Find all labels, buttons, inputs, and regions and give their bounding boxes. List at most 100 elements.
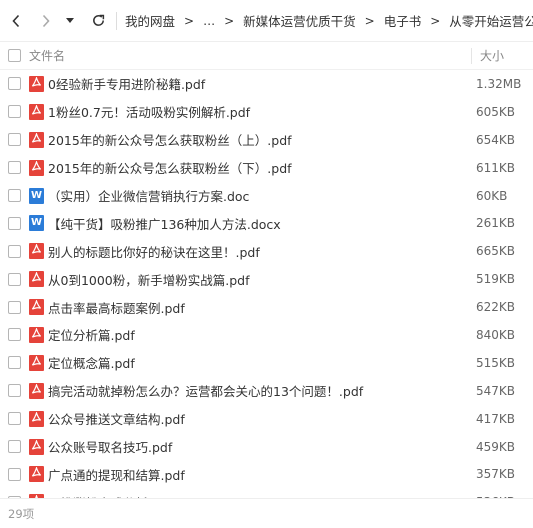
- word-icon-glyph: W: [30, 189, 43, 201]
- file-name: 2015年的新公众号怎么获取粉丝（上）.pdf: [48, 133, 292, 149]
- file-name: 1粉丝0.7元！活动吸粉实例解析.pdf: [48, 105, 251, 121]
- file-size: 654KB: [476, 132, 516, 147]
- item-count: 29项: [8, 506, 35, 521]
- row-checkbox[interactable]: [8, 272, 21, 286]
- file-row[interactable]: 从0到1000粉，新手增粉实战篇.pdf 519KB: [0, 265, 533, 293]
- pdf-icon-glyph: [31, 271, 42, 286]
- file-name: 别人的标题比你好的秘诀在这里！.pdf: [48, 244, 260, 260]
- row-checkbox[interactable]: [8, 356, 21, 370]
- file-name: 广点通的提现和结算.pdf: [48, 467, 185, 483]
- file-row[interactable]: 公众账号取名技巧.pdf 459KB: [0, 433, 533, 461]
- file-row[interactable]: 2015年的新公众号怎么获取粉丝（上）.pdf 654KB: [0, 126, 533, 154]
- file-size: 611KB: [476, 160, 516, 175]
- caret-down-icon: [66, 17, 74, 23]
- pdf-icon: [29, 75, 44, 92]
- file-row[interactable]: 互推涨粉方式分析.pdf 536KB: [0, 488, 533, 498]
- breadcrumb-item[interactable]: 电子书: [384, 11, 422, 30]
- pdf-icon-glyph: [31, 243, 42, 258]
- file-row[interactable]: 广点通的提现和结算.pdf 357KB: [0, 460, 533, 488]
- file-size: 519KB: [476, 272, 516, 287]
- file-size: 261KB: [476, 216, 516, 231]
- word-icon-glyph: W: [30, 217, 43, 229]
- file-name: 0经验新手专用进阶秘籍.pdf: [48, 77, 206, 93]
- file-name: 公众号推送文章结构.pdf: [48, 412, 185, 428]
- file-row[interactable]: 定位概念篇.pdf 515KB: [0, 349, 533, 377]
- pdf-icon-glyph: [31, 410, 42, 426]
- toolbar: 我的网盘 > … > 新媒体运营优质干货 > 电子书 > 从零开始运营公众号: [0, 0, 533, 42]
- row-checkbox[interactable]: [8, 105, 21, 119]
- file-size: 459KB: [476, 439, 516, 454]
- pdf-icon: [29, 326, 44, 343]
- row-checkbox[interactable]: [8, 133, 21, 147]
- row-checkbox[interactable]: [8, 77, 21, 91]
- file-row[interactable]: 0经验新手专用进阶秘籍.pdf 1.32MB: [0, 70, 533, 98]
- file-list: 0经验新手专用进阶秘籍.pdf 1.32MB 1粉丝0.7元！活动吸粉实例解析.…: [0, 70, 533, 498]
- pdf-icon-glyph: [31, 75, 42, 91]
- refresh-button[interactable]: [86, 9, 110, 33]
- forward-button[interactable]: [34, 9, 58, 33]
- file-row[interactable]: 别人的标题比你好的秘诀在这里！.pdf 665KB: [0, 237, 533, 265]
- pdf-icon-glyph: [31, 159, 42, 175]
- file-name: 2015年的新公众号怎么获取粉丝（下）.pdf: [48, 161, 292, 177]
- breadcrumb-separator: >: [364, 13, 375, 28]
- breadcrumb-separator: >: [184, 13, 195, 28]
- row-checkbox[interactable]: [8, 189, 21, 202]
- row-checkbox[interactable]: [8, 440, 21, 454]
- file-name: 点击率最高标题案例.pdf: [48, 300, 185, 316]
- pdf-icon: [29, 103, 44, 120]
- file-row[interactable]: 1粉丝0.7元！活动吸粉实例解析.pdf 605KB: [0, 98, 533, 126]
- pdf-icon: [29, 410, 44, 427]
- breadcrumb-ellipsis[interactable]: …: [203, 14, 215, 28]
- breadcrumb-root[interactable]: 我的网盘: [125, 11, 175, 30]
- file-size: 547KB: [476, 383, 516, 398]
- file-row[interactable]: 公众号推送文章结构.pdf 417KB: [0, 405, 533, 433]
- pdf-icon-glyph: [31, 466, 42, 481]
- column-header-name[interactable]: 文件名: [29, 47, 471, 64]
- breadcrumb-item[interactable]: 新媒体运营优质干货: [243, 11, 356, 30]
- chevron-right-icon: [42, 14, 50, 27]
- pdf-icon-glyph: [31, 131, 42, 147]
- file-size: 417KB: [476, 411, 516, 426]
- select-all-checkbox[interactable]: [8, 49, 21, 62]
- row-checkbox[interactable]: [8, 412, 21, 426]
- row-checkbox[interactable]: [8, 467, 21, 481]
- pdf-icon: [29, 159, 44, 176]
- file-name: 从0到1000粉，新手增粉实战篇.pdf: [48, 272, 250, 288]
- file-row[interactable]: 定位分析篇.pdf 840KB: [0, 321, 533, 349]
- file-size: 357KB: [476, 467, 516, 482]
- pdf-icon: [29, 382, 44, 399]
- pdf-icon: [29, 131, 44, 148]
- file-name: （实用）企业微信营销执行方案.doc: [48, 189, 250, 204]
- file-row[interactable]: 2015年的新公众号怎么获取粉丝（下）.pdf 611KB: [0, 154, 533, 182]
- pdf-icon: [29, 299, 44, 316]
- row-checkbox[interactable]: [8, 244, 21, 258]
- file-size: 60KB: [476, 188, 508, 203]
- file-name: 公众账号取名技巧.pdf: [48, 440, 173, 456]
- row-checkbox[interactable]: [8, 328, 21, 342]
- file-size: 605KB: [476, 104, 516, 119]
- file-size: 515KB: [476, 355, 516, 370]
- file-size: 665KB: [476, 244, 516, 259]
- row-checkbox[interactable]: [8, 216, 21, 230]
- pdf-icon: [29, 438, 44, 455]
- pdf-icon: [29, 466, 44, 483]
- file-row[interactable]: 搞完活动就掉粉怎么办？运营都会关心的13个问题！.pdf 547KB: [0, 377, 533, 405]
- row-checkbox[interactable]: [8, 300, 21, 314]
- history-dropdown[interactable]: [60, 9, 80, 33]
- breadcrumb-current[interactable]: 从零开始运营公众号: [449, 11, 533, 30]
- chevron-left-icon: [12, 14, 20, 27]
- pdf-icon-glyph: [31, 438, 42, 454]
- file-size: 1.32MB: [476, 76, 522, 91]
- pdf-icon: [29, 271, 44, 288]
- file-row[interactable]: W 【纯干货】吸粉推广136种加人方法.docx 261KB: [0, 209, 533, 237]
- file-row[interactable]: 点击率最高标题案例.pdf 622KB: [0, 293, 533, 321]
- back-button[interactable]: [4, 9, 28, 33]
- column-header-size[interactable]: 大小: [472, 47, 533, 64]
- pdf-icon-glyph: [31, 382, 42, 398]
- pdf-icon: [29, 354, 44, 371]
- file-size: 840KB: [476, 327, 516, 342]
- row-checkbox[interactable]: [8, 161, 21, 175]
- file-row[interactable]: W （实用）企业微信营销执行方案.doc 60KB: [0, 182, 533, 210]
- breadcrumb: 我的网盘 > … > 新媒体运营优质干货 > 电子书 > 从零开始运营公众号: [125, 11, 533, 30]
- row-checkbox[interactable]: [8, 384, 21, 398]
